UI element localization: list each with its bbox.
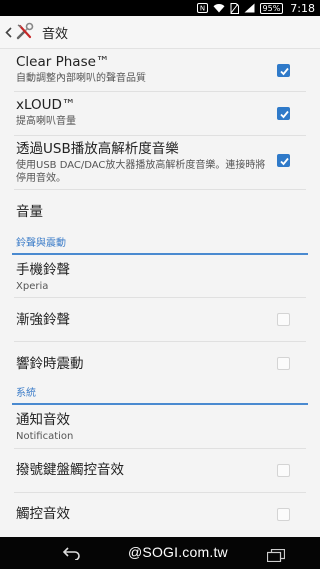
setting-summary: 使用USB DAC/DAC放大器播放高解析度音樂。連接時將停用音效。: [16, 160, 266, 184]
vibrate-on-ring-checkbox[interactable]: [277, 357, 290, 370]
setting-notification-sound[interactable]: 通知音效 Notification: [0, 406, 320, 448]
clock: 7:18: [290, 1, 315, 15]
battery-icon: 95%: [259, 2, 284, 14]
setting-title: 響鈴時震動: [16, 356, 84, 372]
clear-phase-checkbox[interactable]: [277, 64, 290, 77]
back-chevron-icon[interactable]: [2, 26, 14, 38]
action-bar: 音效: [0, 16, 320, 49]
recent-apps-icon[interactable]: [266, 547, 286, 566]
setting-ascending-ringtone[interactable]: 漸強鈴聲: [0, 298, 320, 341]
setting-xloud[interactable]: xLOUD™ 提高喇叭音量: [0, 92, 320, 134]
section-divider: [12, 403, 308, 405]
xloud-checkbox[interactable]: [277, 107, 290, 120]
setting-volume[interactable]: 音量: [0, 190, 320, 234]
setting-usb-audio[interactable]: 透過USB播放高解析度音樂 使用USB DAC/DAC放大器播放高解析度音樂。連…: [0, 136, 320, 194]
back-icon[interactable]: [62, 545, 82, 564]
navigation-bar: @SOGI.com.tw: [0, 537, 320, 569]
nfc-icon: N: [196, 3, 208, 13]
signal-icon: [244, 3, 255, 13]
settings-list: Clear Phase™ 自動調整內部喇叭的聲音品質 xLOUD™ 提高喇叭音量…: [0, 49, 320, 537]
setting-title: 音量: [16, 204, 43, 220]
setting-vibrate-on-ring[interactable]: 響鈴時震動: [0, 342, 320, 384]
no-sim-icon: [230, 2, 239, 14]
section-label: 鈴聲與震動: [16, 238, 66, 249]
wifi-icon: [213, 3, 225, 13]
setting-summary: Notification: [16, 431, 74, 442]
setting-title: xLOUD™: [16, 97, 76, 113]
page-title: 音效: [42, 26, 69, 42]
setting-title: 通知音效: [16, 412, 70, 428]
sound-settings-app-icon[interactable]: [15, 22, 35, 42]
status-icons: N 95% 7:18: [196, 1, 315, 15]
section-label: 系統: [16, 388, 36, 399]
section-header-ringtone: 鈴聲與震動: [0, 235, 320, 255]
ascending-ringtone-checkbox[interactable]: [277, 313, 290, 326]
setting-title: 手機鈴聲: [16, 262, 70, 278]
usb-audio-checkbox[interactable]: [277, 154, 290, 167]
touch-sounds-checkbox[interactable]: [277, 508, 290, 521]
setting-title: 透過USB播放高解析度音樂: [16, 141, 179, 157]
setting-summary: Xperia: [16, 281, 49, 292]
status-bar: N 95% 7:18: [0, 0, 320, 16]
setting-summary: 自動調整內部喇叭的聲音品質: [16, 73, 146, 84]
setting-title: 撥號鍵盤觸控音效: [16, 462, 124, 478]
dial-pad-tones-checkbox[interactable]: [277, 464, 290, 477]
setting-title: 漸強鈴聲: [16, 312, 70, 328]
svg-text:N: N: [199, 5, 204, 13]
watermark: @SOGI.com.tw: [128, 544, 228, 560]
setting-clear-phase[interactable]: Clear Phase™ 自動調整內部喇叭的聲音品質: [0, 49, 320, 91]
setting-title: Clear Phase™: [16, 54, 110, 70]
setting-phone-ringtone[interactable]: 手機鈴聲 Xperia: [0, 256, 320, 298]
section-header-system: 系統: [0, 385, 320, 405]
section-divider: [12, 253, 308, 255]
setting-dial-pad-tones[interactable]: 撥號鍵盤觸控音效: [0, 449, 320, 492]
setting-touch-sounds[interactable]: 觸控音效: [0, 493, 320, 537]
setting-summary: 提高喇叭音量: [16, 116, 76, 127]
setting-title: 觸控音效: [16, 506, 70, 522]
